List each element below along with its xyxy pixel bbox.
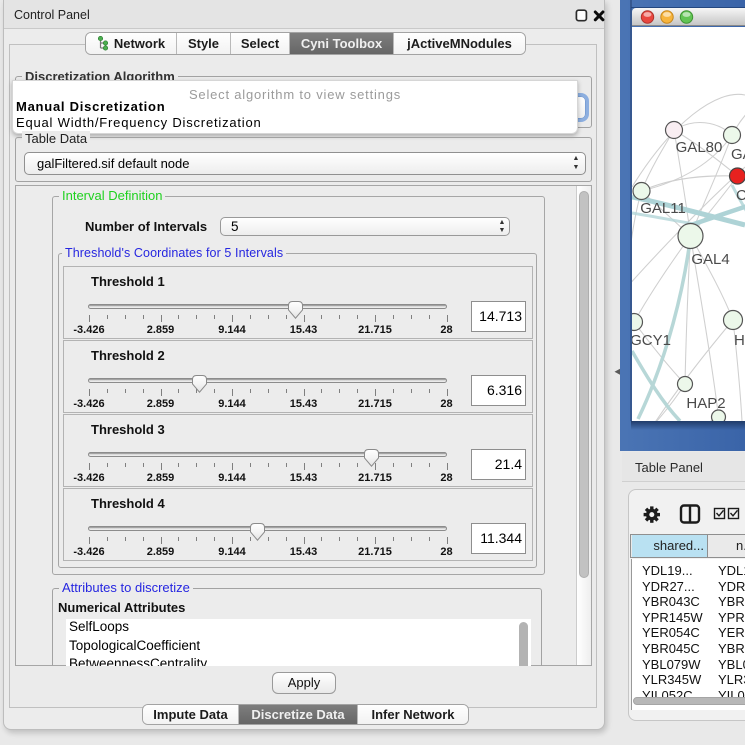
svg-text:HAP2: HAP2 bbox=[686, 395, 725, 412]
svg-text:C: C bbox=[736, 187, 745, 204]
svg-text:H: H bbox=[734, 332, 745, 349]
svg-text:GAL4: GAL4 bbox=[691, 251, 729, 268]
svg-text:GAL11: GAL11 bbox=[640, 200, 686, 217]
svg-text:GCY1: GCY1 bbox=[632, 332, 671, 349]
svg-text:GA: GA bbox=[731, 146, 745, 163]
svg-text:GAL80: GAL80 bbox=[676, 139, 723, 156]
